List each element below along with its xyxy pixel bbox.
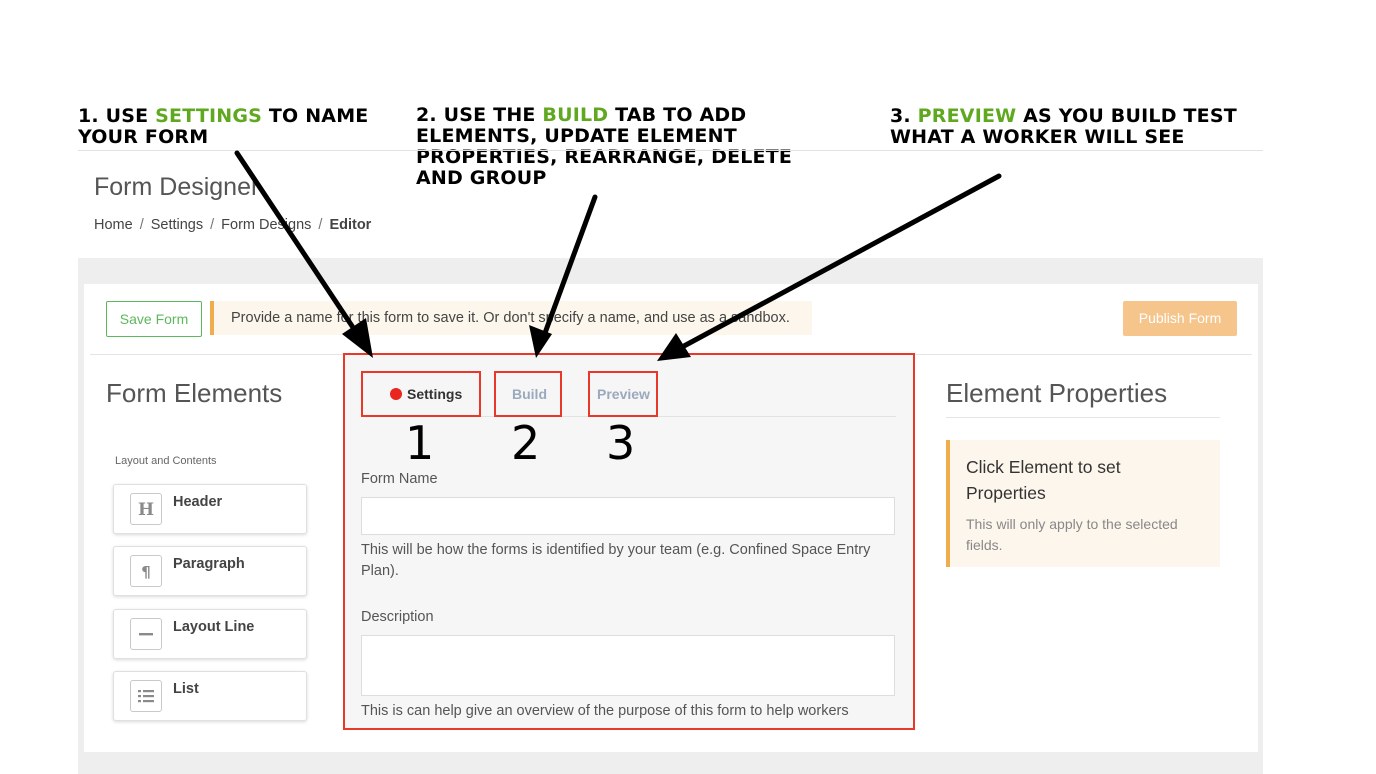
arrowhead-icon	[342, 318, 373, 358]
arrow-to-preview	[681, 173, 1002, 349]
arrow-to-build	[542, 194, 598, 336]
arrow-to-settings	[234, 150, 359, 335]
annotation-arrows	[234, 150, 1002, 361]
